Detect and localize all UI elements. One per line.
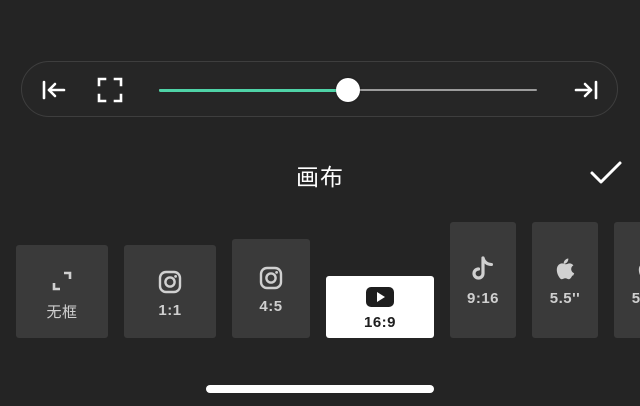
ratio-label: 5.5'' [549, 290, 581, 307]
apple-icon [614, 257, 640, 283]
jump-to-start-icon[interactable] [40, 76, 68, 104]
ratio-tile-4-5[interactable]: 4:5 [232, 239, 310, 338]
jump-to-end-icon[interactable] [572, 76, 600, 104]
checkmark-icon[interactable] [588, 157, 624, 189]
playback-control-bar [21, 61, 618, 117]
instagram-icon [124, 270, 216, 294]
ratio-label: 5.8'' [631, 290, 640, 307]
panel-title: 画布 [296, 165, 344, 191]
ratio-tile-16-9[interactable]: 16:9 [326, 276, 434, 338]
youtube-icon [326, 287, 434, 307]
canvas-editor-screen: 画布 无框 1:1 4:5 16:9 9:16 5.5'' 5 [0, 0, 640, 406]
instagram-icon [232, 266, 310, 290]
ratio-label: 1:1 [158, 302, 182, 319]
ratio-label: 无框 [46, 303, 78, 321]
ratio-tile-5-8-inch[interactable]: 5.8'' [614, 222, 640, 338]
timeline-slider[interactable] [159, 78, 537, 102]
no-frame-icon [16, 270, 108, 292]
ratio-label: 4:5 [259, 298, 283, 315]
tiktok-icon [450, 256, 516, 282]
ratio-tile-1-1[interactable]: 1:1 [124, 245, 216, 338]
ratio-tile-5-5-inch[interactable]: 5.5'' [532, 222, 598, 338]
slider-thumb[interactable] [336, 78, 360, 102]
apple-icon [532, 257, 598, 283]
ratio-tile-9-16[interactable]: 9:16 [450, 222, 516, 338]
ratio-tile-no-frame[interactable]: 无框 [16, 245, 108, 338]
ratio-label: 16:9 [363, 314, 397, 331]
home-indicator[interactable] [206, 385, 434, 393]
ratio-label: 9:16 [466, 290, 500, 307]
fullscreen-icon[interactable] [96, 76, 124, 104]
slider-fill [159, 89, 348, 92]
